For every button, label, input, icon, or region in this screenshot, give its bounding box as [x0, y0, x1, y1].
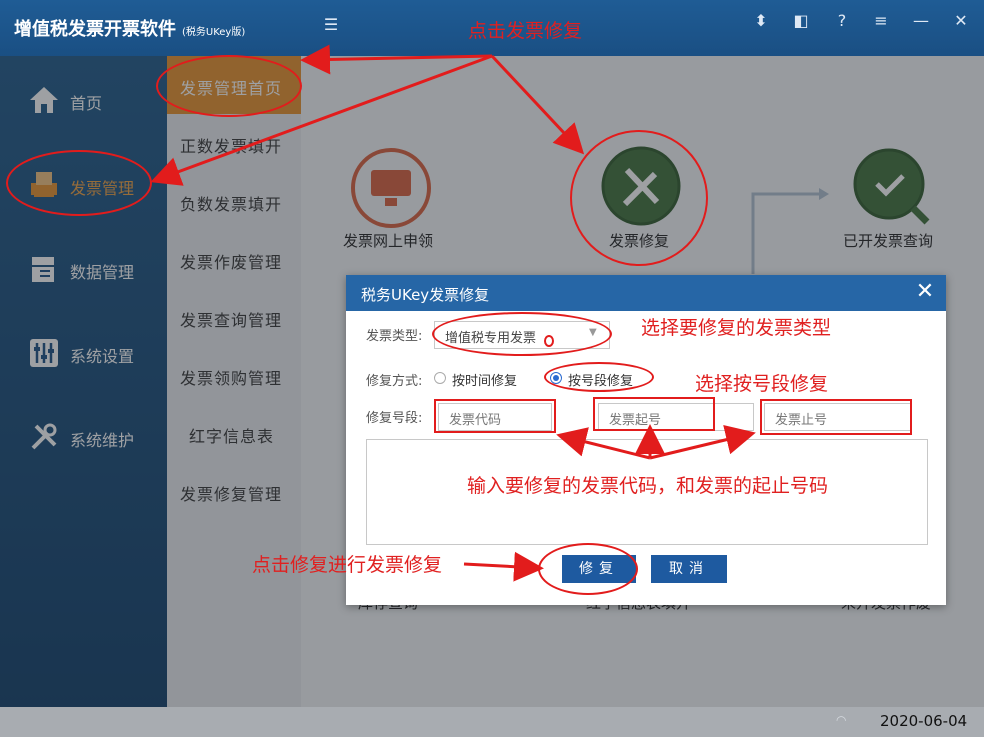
annotation-choose-range: 选择按号段修复 [695, 373, 829, 395]
highlight-submenu-ring [156, 55, 302, 117]
highlight-sidebar-ring [6, 150, 152, 216]
annotation-click-repair: 点击发票修复 [468, 20, 583, 42]
highlight-type-ring [432, 312, 612, 356]
highlight-mode-ring [544, 362, 654, 392]
highlight-dot-ring [544, 335, 554, 347]
annotation-input-codes: 输入要修复的发票代码，和发票的起止号码 [467, 475, 829, 497]
annotation-choose-type: 选择要修复的发票类型 [641, 317, 832, 339]
annotation-arrows [150, 44, 756, 582]
highlight-repair-ring [570, 130, 708, 266]
highlight-button-ring [538, 543, 638, 595]
annotation-click-fix: 点击修复进行发票修复 [252, 554, 443, 576]
highlight-start-box [593, 397, 715, 431]
highlight-end-box [760, 399, 912, 435]
highlight-code-box [434, 399, 556, 433]
